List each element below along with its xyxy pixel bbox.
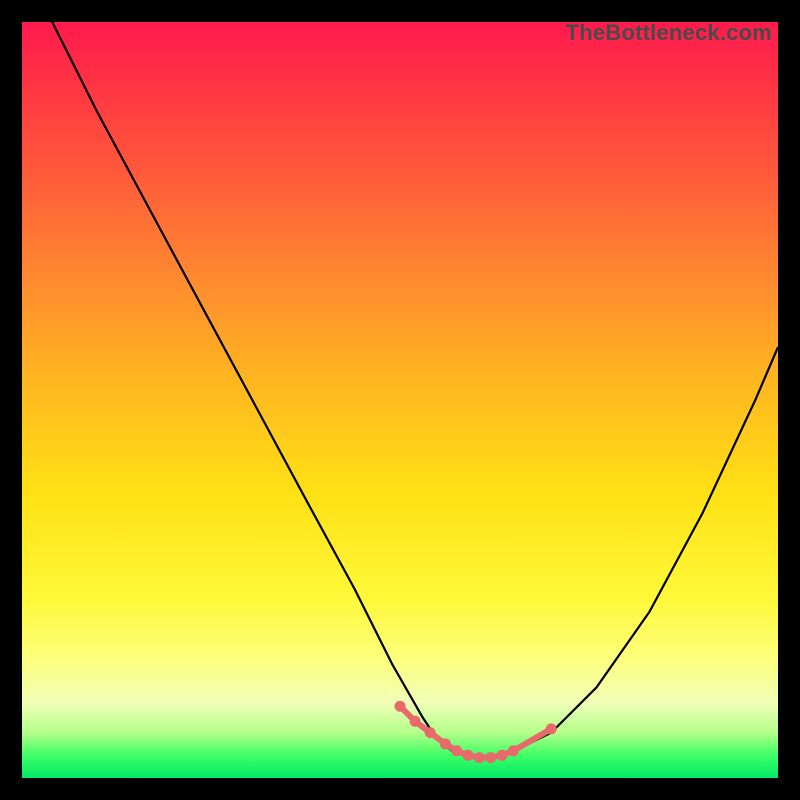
valley-dot [451, 745, 462, 756]
valley-dot [425, 727, 436, 738]
plot-area: TheBottleneck.com [22, 22, 778, 778]
valley-dot [474, 752, 485, 763]
chart-svg [22, 22, 778, 778]
valley-dot [410, 716, 421, 727]
valley-dot [508, 745, 519, 756]
valley-dot [485, 752, 496, 763]
valley-dot [395, 701, 406, 712]
valley-accent-curve [400, 706, 551, 757]
curve-group [52, 22, 778, 763]
valley-dot [546, 723, 557, 734]
chart-frame: TheBottleneck.com [0, 0, 800, 800]
valley-dot [463, 750, 474, 761]
bottleneck-curve [52, 22, 778, 759]
valley-dot [440, 739, 451, 750]
valley-dot [497, 750, 508, 761]
